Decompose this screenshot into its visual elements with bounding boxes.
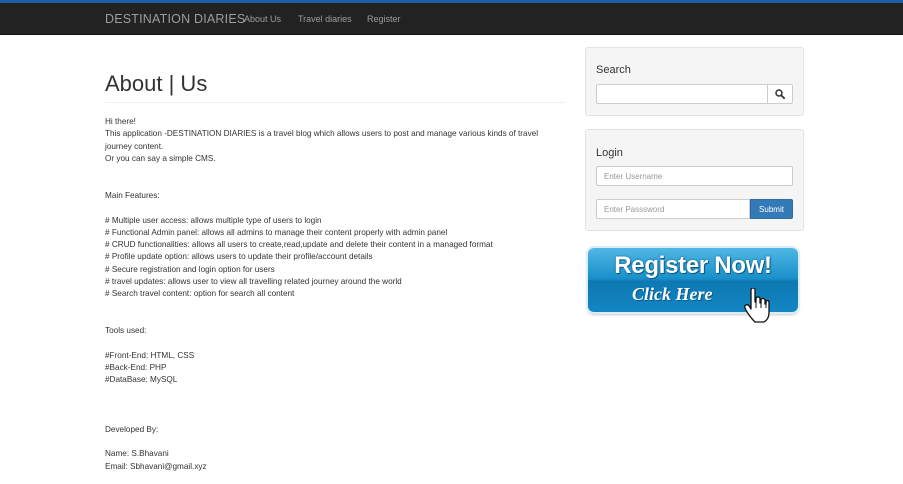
nav-link-travel-diaries[interactable]: Travel diaries (298, 14, 352, 24)
login-widget: Login Submit (585, 129, 804, 231)
nav-link-register[interactable]: Register (367, 14, 401, 24)
navbar: DESTINATION DIARIES About Us Travel diar… (0, 3, 903, 35)
pointer-hand-icon (744, 288, 770, 323)
register-now-banner[interactable]: Register Now! Click Here (588, 248, 798, 323)
username-field[interactable] (596, 166, 793, 186)
search-icon (775, 89, 785, 99)
submit-button[interactable]: Submit (750, 199, 793, 219)
search-input[interactable] (596, 84, 768, 104)
about-text: Hi there! This application -DESTINATION … (105, 117, 539, 471)
password-field[interactable] (596, 199, 750, 219)
search-widget: Search (585, 47, 804, 116)
title-divider (105, 102, 565, 104)
register-now-text: Register Now! (614, 252, 772, 279)
brand-link[interactable]: DESTINATION DIARIES (105, 12, 245, 26)
search-heading: Search (596, 64, 631, 76)
click-here-text: Click Here (632, 284, 713, 304)
page-title: About | Us (105, 71, 208, 96)
nav-link-about-us[interactable]: About Us (244, 14, 281, 24)
main-content: About | Us Hi there! This application -D… (105, 60, 565, 473)
login-heading: Login (596, 147, 623, 159)
search-button[interactable] (767, 84, 793, 104)
